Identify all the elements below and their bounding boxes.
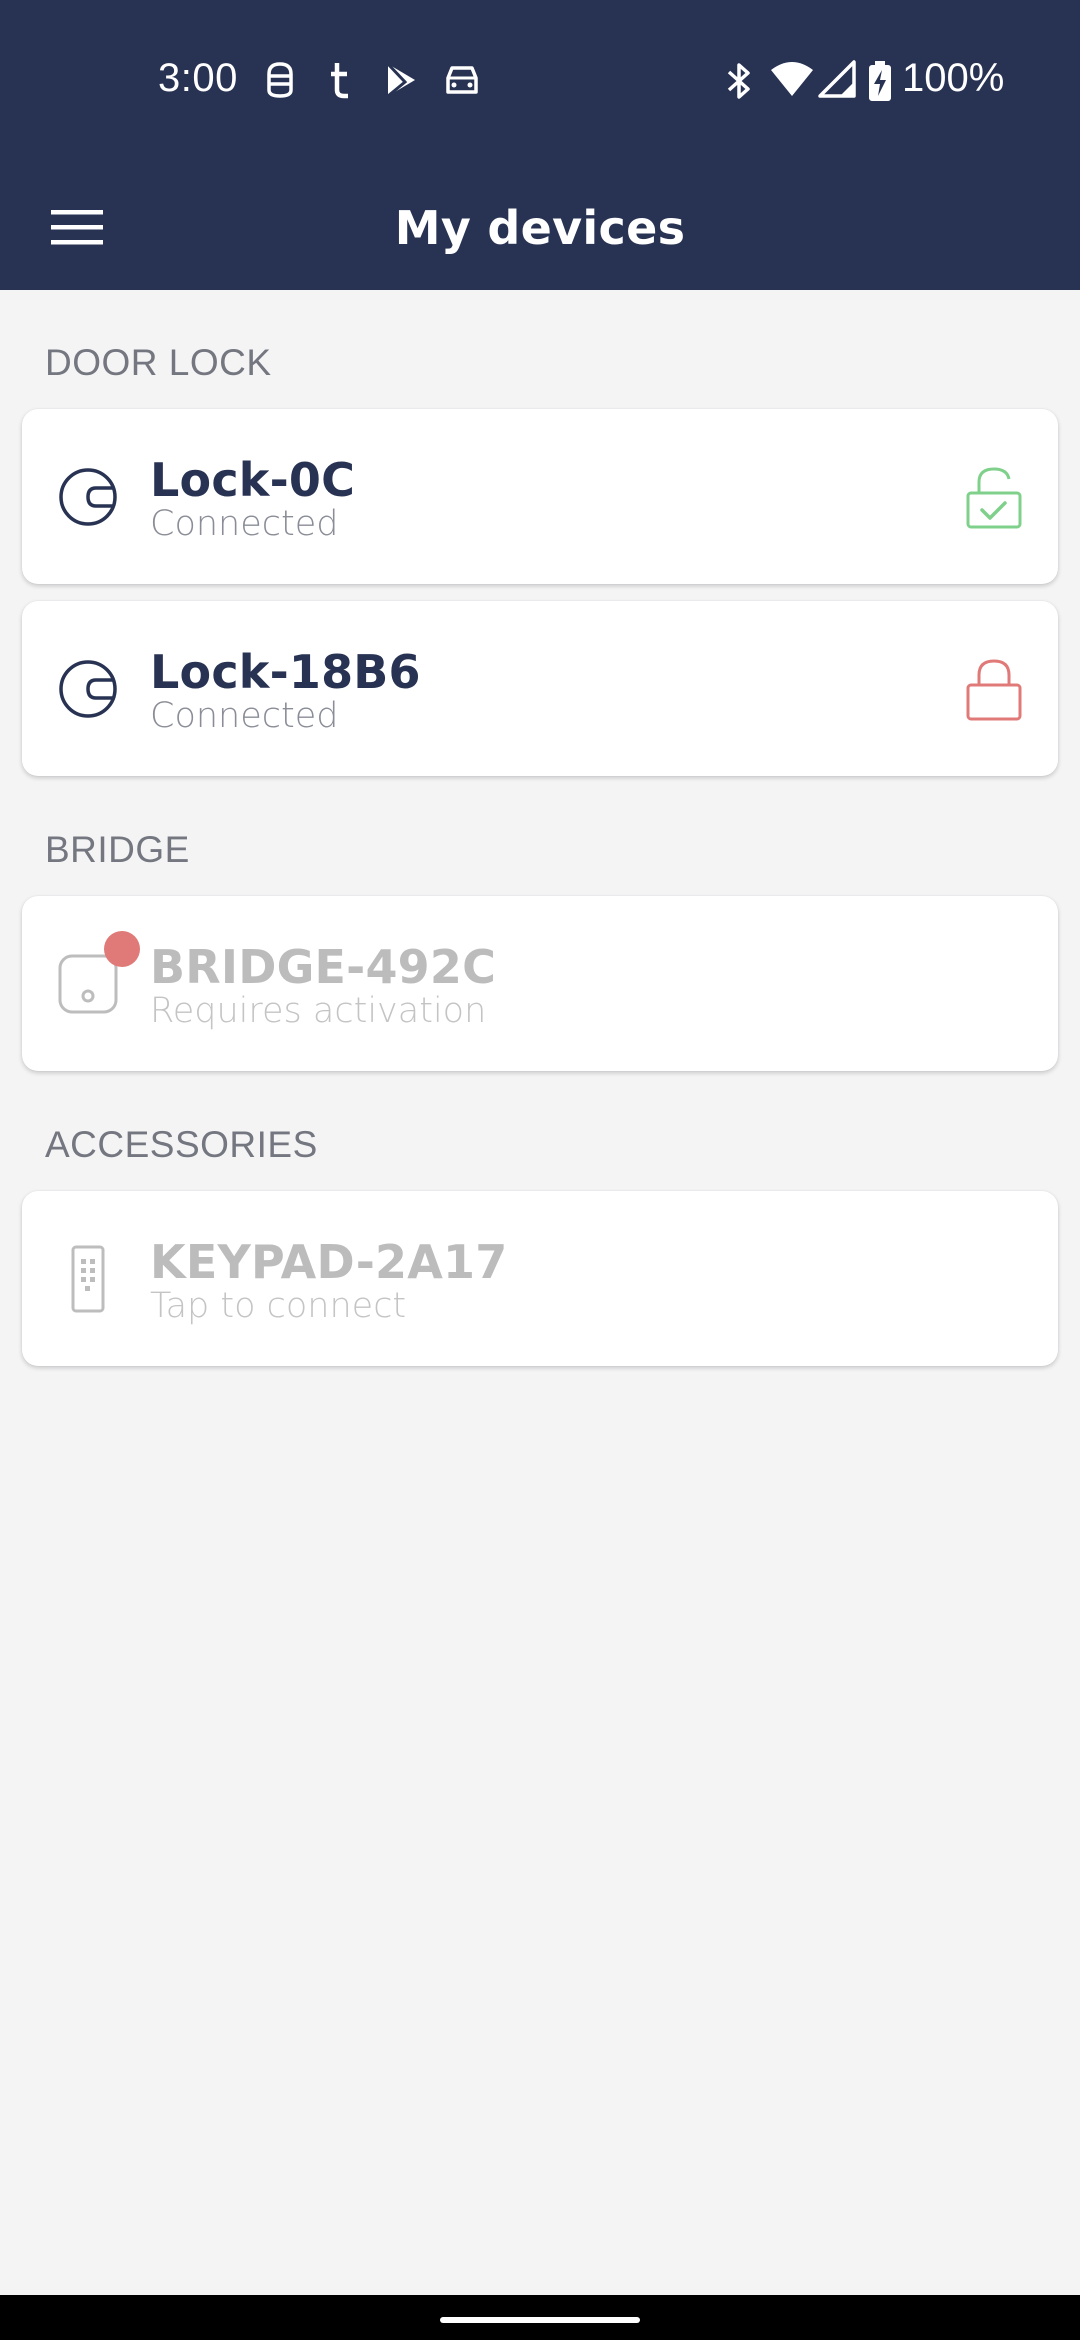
lock-device-icon xyxy=(59,468,117,526)
car-icon xyxy=(446,66,478,94)
status-time: 3:00 xyxy=(158,56,238,100)
device-name: Lock-0C xyxy=(150,453,356,507)
lock-device-icon xyxy=(59,660,117,718)
wifi-icon xyxy=(771,62,813,96)
robot-icon xyxy=(267,62,293,98)
notification-badge xyxy=(104,931,140,967)
section-header-accessories: ACCESSORIES xyxy=(45,1124,318,1165)
unlocked-check-icon xyxy=(966,467,1022,529)
battery-percentage: 100% xyxy=(902,56,1005,100)
device-status: Connected xyxy=(150,504,339,544)
bluetooth-icon xyxy=(727,63,750,99)
home-gesture-handle[interactable] xyxy=(440,2317,640,2323)
keypad-icon xyxy=(71,1245,105,1313)
section-header-bridge: BRIDGE xyxy=(45,829,190,870)
device-card-keypad-2a17[interactable]: KEYPAD-2A17 Tap to connect xyxy=(22,1191,1058,1366)
system-navigation-bar xyxy=(0,2295,1080,2340)
app-bar: My devices xyxy=(0,165,1080,290)
device-name: BRIDGE-492C xyxy=(150,940,497,994)
locked-icon xyxy=(966,659,1022,721)
signal-icon xyxy=(818,60,856,98)
device-card-lock-0c[interactable]: Lock-0C Connected xyxy=(22,409,1058,584)
device-name: Lock-18B6 xyxy=(150,645,421,699)
section-header-door-lock: DOOR LOCK xyxy=(45,342,272,383)
device-status: Requires activation xyxy=(150,991,487,1031)
page-title: My devices xyxy=(394,200,686,255)
app-screen: 3:00 100% My devices DOOR LOCK Lock-0C C… xyxy=(0,0,1080,2340)
tumblr-icon xyxy=(331,63,348,99)
device-status: Tap to connect xyxy=(150,1286,407,1326)
device-name: KEYPAD-2A17 xyxy=(150,1235,508,1289)
device-card-bridge-492c[interactable]: BRIDGE-492C Requires activation xyxy=(22,896,1058,1071)
status-bar: 3:00 100% xyxy=(0,0,1080,165)
battery-charging-icon xyxy=(869,61,891,101)
device-card-lock-18b6[interactable]: Lock-18B6 Connected xyxy=(22,601,1058,776)
device-status: Connected xyxy=(150,696,339,736)
play-store-icon xyxy=(386,62,415,98)
